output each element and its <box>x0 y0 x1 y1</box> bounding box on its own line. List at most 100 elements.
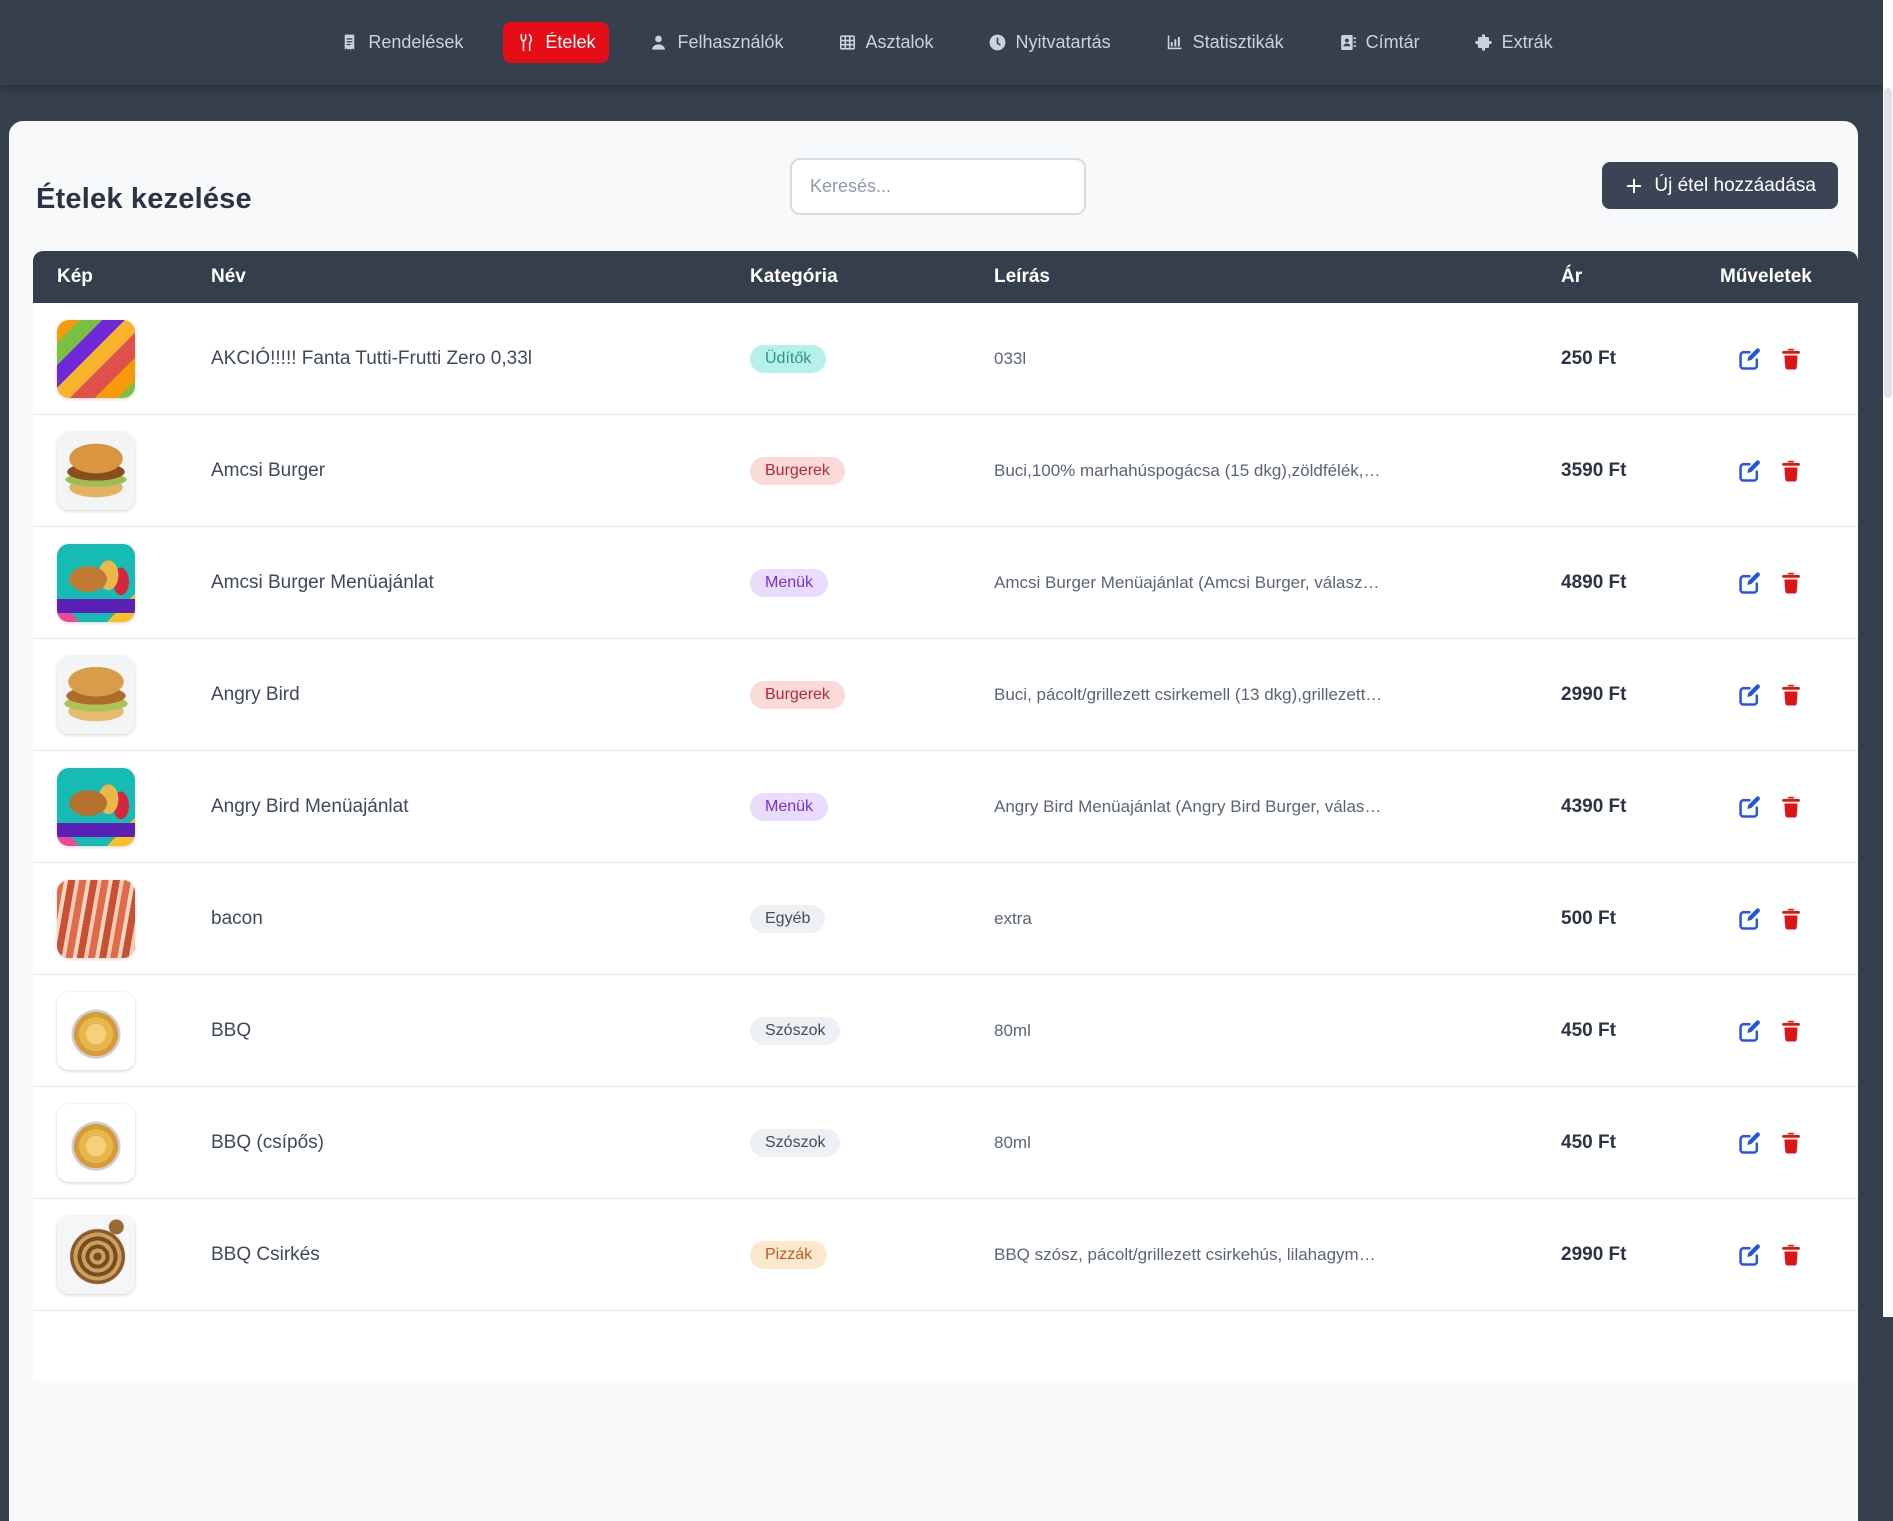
search-input[interactable] <box>790 158 1086 215</box>
edit-button[interactable] <box>1736 1241 1763 1268</box>
puzzle-icon <box>1474 33 1493 52</box>
nav-item-rendelesek[interactable]: Rendelések <box>326 22 477 63</box>
food-description: Angry Bird Menüajánlat (Angry Bird Burge… <box>994 797 1561 817</box>
food-image <box>57 656 135 734</box>
nav-item-extrak[interactable]: Extrák <box>1460 22 1567 63</box>
table-row: Angry Bird Menüajánlat Menük Angry Bird … <box>33 751 1858 863</box>
table-body: AKCIÓ!!!!! Fanta Tutti-Frutti Zero 0,33l… <box>33 303 1858 1311</box>
nav-label: Címtár <box>1366 32 1420 53</box>
card-header: Ételek kezelése Új étel hozzáadása <box>9 121 1858 251</box>
food-name: bacon <box>211 908 750 930</box>
add-food-button-label: Új étel hozzáadása <box>1654 175 1816 197</box>
content-card: Ételek kezelése Új étel hozzáadása Kép N… <box>9 121 1858 1521</box>
food-description: 80ml <box>994 1021 1561 1041</box>
delete-button[interactable] <box>1777 681 1804 708</box>
edit-button[interactable] <box>1736 569 1763 596</box>
scrollbar[interactable] <box>1883 0 1893 1317</box>
edit-button[interactable] <box>1736 905 1763 932</box>
table-row: BBQ Csirkés Pizzák BBQ szósz, pácolt/gri… <box>33 1199 1858 1311</box>
edit-button[interactable] <box>1736 457 1763 484</box>
food-name: Amcsi Burger <box>211 460 750 482</box>
delete-button[interactable] <box>1777 1129 1804 1156</box>
page-title: Ételek kezelése <box>36 183 252 216</box>
edit-button[interactable] <box>1736 681 1763 708</box>
nav-item-etelek[interactable]: Ételek <box>503 22 609 63</box>
nav-item-statisztikak[interactable]: Statisztikák <box>1151 22 1298 63</box>
food-description: Amcsi Burger Menüajánlat (Amcsi Burger, … <box>994 573 1561 593</box>
delete-button[interactable] <box>1777 457 1804 484</box>
food-image <box>57 432 135 510</box>
food-image <box>57 1216 135 1294</box>
category-badge: Burgerek <box>750 457 845 485</box>
food-name: BBQ (csípős) <box>211 1132 750 1154</box>
food-image <box>57 768 135 846</box>
next-row-partial <box>33 1311 1858 1381</box>
table-row: BBQ (csípős) Szószok 80ml 450 Ft <box>33 1087 1858 1199</box>
edit-button[interactable] <box>1736 345 1763 372</box>
food-name: Amcsi Burger Menüajánlat <box>211 572 750 594</box>
nav-label: Ételek <box>545 32 595 53</box>
category-badge: Szószok <box>750 1017 840 1045</box>
foods-table: Kép Név Kategória Leírás Ár Műveletek AK… <box>33 251 1858 1381</box>
food-price: 4890 Ft <box>1561 572 1720 594</box>
nav-label: Statisztikák <box>1193 32 1284 53</box>
column-header-kategoria: Kategória <box>750 266 994 288</box>
food-description: Buci, pácolt/grillezett csirkemell (13 d… <box>994 685 1561 705</box>
column-header-ar: Ár <box>1561 266 1720 288</box>
delete-button[interactable] <box>1777 345 1804 372</box>
table-header-row: Kép Név Kategória Leírás Ár Műveletek <box>33 251 1858 303</box>
food-price: 250 Ft <box>1561 348 1720 370</box>
food-description: 80ml <box>994 1133 1561 1153</box>
table-row: Angry Bird Burgerek Buci, pácolt/grillez… <box>33 639 1858 751</box>
address-book-icon <box>1338 33 1357 52</box>
food-price: 450 Ft <box>1561 1020 1720 1042</box>
food-price: 450 Ft <box>1561 1132 1720 1154</box>
delete-button[interactable] <box>1777 1017 1804 1044</box>
food-image <box>57 1104 135 1182</box>
category-badge: Menük <box>750 569 828 597</box>
food-description: Buci,100% marhahúspogácsa (15 dkg),zöldf… <box>994 461 1561 481</box>
table-row: Amcsi Burger Burgerek Buci,100% marhahús… <box>33 415 1858 527</box>
category-badge: Üdítők <box>750 345 826 373</box>
category-badge: Pizzák <box>750 1241 827 1269</box>
food-image <box>57 544 135 622</box>
column-header-leiras: Leírás <box>994 266 1561 288</box>
food-description: 033l <box>994 349 1561 369</box>
food-description: BBQ szósz, pácolt/grillezett csirkehús, … <box>994 1245 1561 1265</box>
chart-icon <box>1165 33 1184 52</box>
food-price: 2990 Ft <box>1561 684 1720 706</box>
nav-item-asztalok[interactable]: Asztalok <box>824 22 948 63</box>
nav-item-cimtar[interactable]: Címtár <box>1324 22 1434 63</box>
delete-button[interactable] <box>1777 793 1804 820</box>
top-nav: Rendelések Ételek Felhasználók Asztalok … <box>0 0 1893 85</box>
category-badge: Egyéb <box>750 905 825 933</box>
user-icon <box>649 33 668 52</box>
food-price: 4390 Ft <box>1561 796 1720 818</box>
table-row: AKCIÓ!!!!! Fanta Tutti-Frutti Zero 0,33l… <box>33 303 1858 415</box>
category-badge: Burgerek <box>750 681 845 709</box>
nav-item-felhasznalok[interactable]: Felhasználók <box>635 22 797 63</box>
scrollbar-thumb[interactable] <box>1884 88 1892 398</box>
food-name: BBQ <box>211 1020 750 1042</box>
edit-button[interactable] <box>1736 1017 1763 1044</box>
edit-button[interactable] <box>1736 1129 1763 1156</box>
food-name: Angry Bird Menüajánlat <box>211 796 750 818</box>
column-header-muveletek: Műveletek <box>1720 266 1858 288</box>
plus-icon <box>1624 176 1644 196</box>
nav-item-nyitvatartas[interactable]: Nyitvatartás <box>974 22 1125 63</box>
food-image <box>57 992 135 1070</box>
food-image <box>57 320 135 398</box>
delete-button[interactable] <box>1777 569 1804 596</box>
delete-button[interactable] <box>1777 1241 1804 1268</box>
food-description: extra <box>994 909 1561 929</box>
category-badge: Menük <box>750 793 828 821</box>
nav-label: Asztalok <box>866 32 934 53</box>
edit-button[interactable] <box>1736 793 1763 820</box>
add-food-button[interactable]: Új étel hozzáadása <box>1602 162 1838 209</box>
column-header-nev: Név <box>211 266 750 288</box>
table-grid-icon <box>838 33 857 52</box>
table-row: BBQ Szószok 80ml 450 Ft <box>33 975 1858 1087</box>
delete-button[interactable] <box>1777 905 1804 932</box>
utensils-icon <box>517 33 536 52</box>
food-price: 2990 Ft <box>1561 1244 1720 1266</box>
